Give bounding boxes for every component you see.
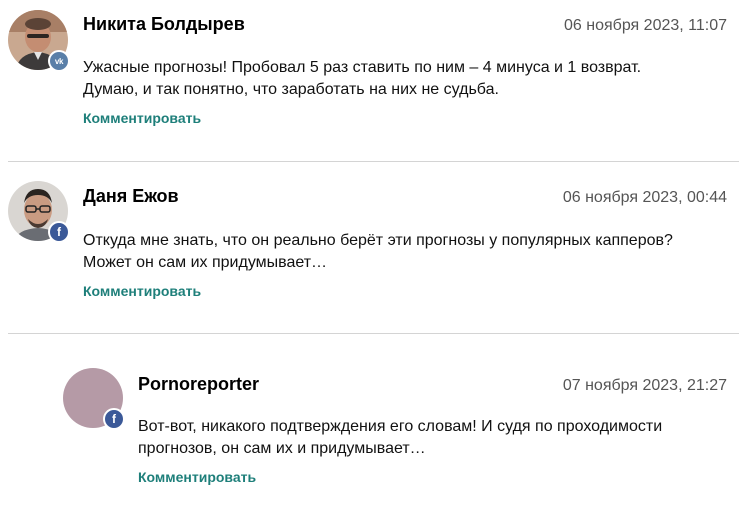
comment-text: Откуда мне знать, что он реально берёт э…	[83, 230, 703, 274]
comment-text-line: прогнозов, он сам их и придумывает…	[138, 440, 426, 457]
comment-reply-item: f Pornoreporter 07 ноября 2023, 21:27 Во…	[0, 334, 739, 511]
comment-reply-link[interactable]: Комментировать	[83, 283, 201, 299]
comment-date: 07 ноября 2023, 21:27	[562, 377, 727, 394]
comment-author: Pornoreporter	[138, 374, 260, 394]
comment-author: Никита Болдырев	[83, 14, 245, 34]
comment-text: Ужасные прогнозы! Пробовал 5 раз ставить…	[83, 57, 703, 101]
comment-item: f Даня Ежов 06 ноября 2023, 00:44 Откуда…	[0, 162, 739, 332]
facebook-icon: f	[48, 221, 70, 243]
comment-date: 06 ноября 2023, 00:44	[562, 189, 727, 206]
avatar[interactable]: f	[63, 368, 125, 430]
comment-text-line: Вот-вот, никакого подтверждения его слов…	[138, 418, 663, 435]
comment-text-line: Ужасные прогнозы! Пробовал 5 раз ставить…	[83, 59, 642, 76]
comment-author: Даня Ежов	[83, 186, 179, 206]
comment-reply-link[interactable]: Комментировать	[83, 110, 201, 126]
facebook-icon: f	[103, 408, 125, 430]
comment-text-line: Может он сам их придумывает…	[83, 254, 328, 271]
comment-text: Вот-вот, никакого подтверждения его слов…	[138, 416, 698, 460]
vk-icon: vk	[48, 50, 70, 72]
avatar[interactable]: vk	[8, 10, 70, 72]
avatar[interactable]: f	[8, 181, 70, 243]
comment-text-line: Откуда мне знать, что он реально берёт э…	[83, 232, 673, 249]
comment-date: 06 ноября 2023, 11:07	[564, 17, 727, 34]
comment-item: vk Никита Болдырев 06 ноября 2023, 11:07…	[0, 0, 739, 160]
comment-text-line: Думаю, и так понятно, что заработать на …	[83, 81, 499, 98]
comment-reply-link[interactable]: Комментировать	[138, 469, 256, 485]
